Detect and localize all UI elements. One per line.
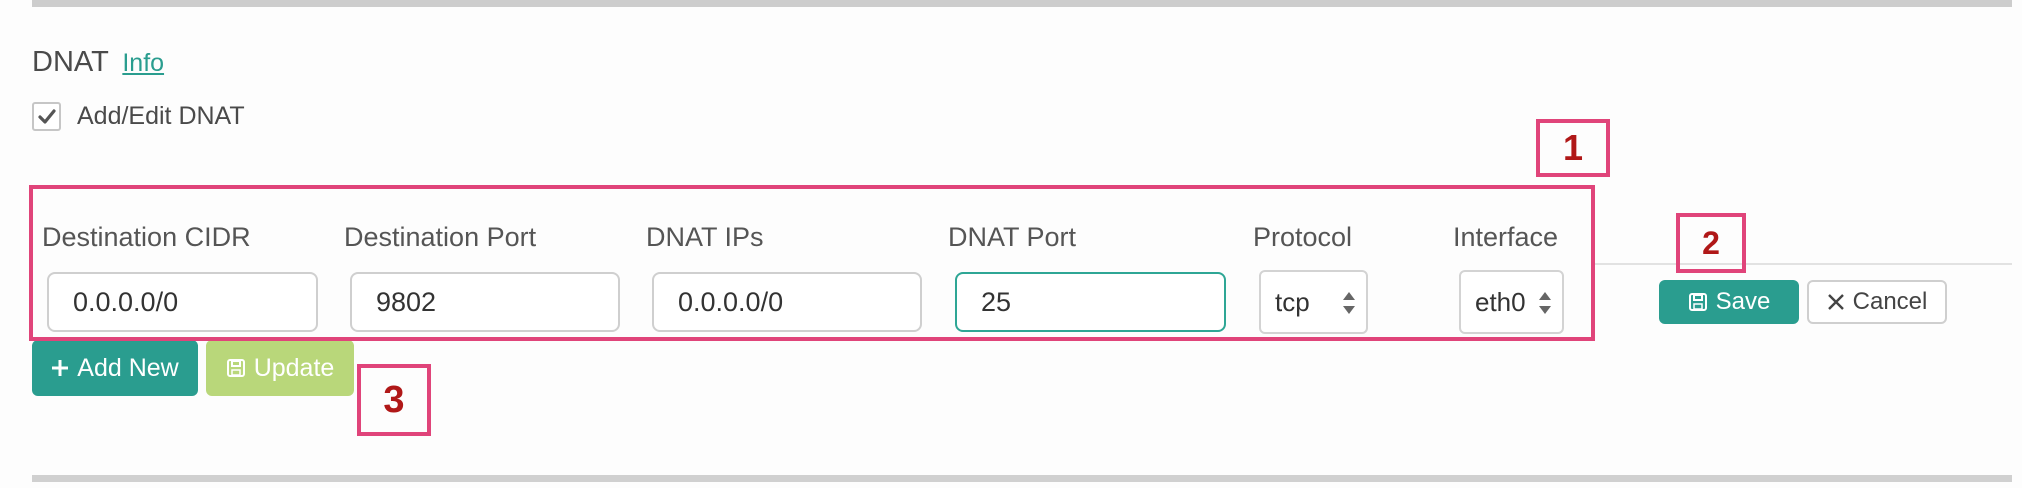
annotation-label-2: 2 bbox=[1676, 213, 1746, 273]
floppy-disk-icon bbox=[1688, 292, 1708, 312]
section-title-text: DNAT bbox=[32, 46, 109, 78]
section-title: DNAT Info bbox=[32, 46, 164, 79]
add-new-button[interactable]: Add New bbox=[32, 340, 198, 396]
bottom-divider bbox=[32, 475, 2012, 482]
add-edit-dnat-checkbox[interactable] bbox=[32, 102, 61, 131]
floppy-disk-icon bbox=[226, 358, 246, 378]
annotation-label-3: 3 bbox=[357, 364, 431, 436]
cancel-label: Cancel bbox=[1852, 288, 1928, 315]
close-icon bbox=[1827, 293, 1845, 311]
add-new-label: Add New bbox=[77, 353, 179, 382]
annotation-box-1-region bbox=[29, 185, 1595, 341]
cancel-button[interactable]: Cancel bbox=[1807, 280, 1947, 324]
info-link[interactable]: Info bbox=[122, 49, 164, 77]
update-label: Update bbox=[253, 353, 335, 382]
plus-icon bbox=[51, 359, 69, 377]
row-divider bbox=[1594, 263, 2012, 265]
save-button[interactable]: Save bbox=[1659, 280, 1799, 324]
update-button[interactable]: Update bbox=[206, 340, 354, 396]
annotation-label-1: 1 bbox=[1536, 119, 1610, 177]
add-edit-dnat-checkbox-row[interactable]: Add/Edit DNAT bbox=[32, 102, 245, 131]
add-edit-dnat-label: Add/Edit DNAT bbox=[77, 102, 245, 130]
top-divider bbox=[32, 0, 2012, 7]
save-label: Save bbox=[1715, 288, 1771, 315]
checkmark-icon bbox=[37, 108, 56, 124]
